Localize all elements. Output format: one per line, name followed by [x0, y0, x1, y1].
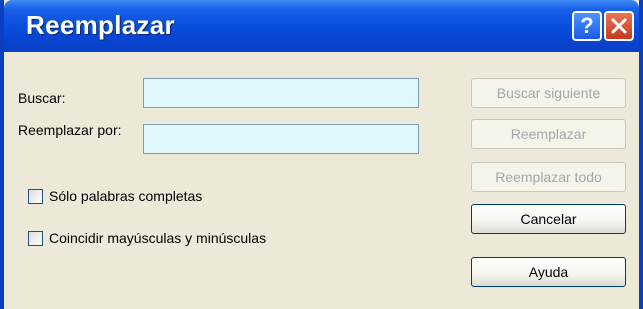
- window-title: Reemplazar: [26, 10, 175, 40]
- help-button[interactable]: Ayuda: [471, 257, 626, 287]
- whole-words-option[interactable]: Sólo palabras completas: [28, 188, 202, 204]
- match-case-checkbox[interactable]: [28, 230, 43, 246]
- replace-dialog: Reemplazar ? Buscar: Reemplazar por: Sól…: [0, 0, 643, 309]
- close-icon[interactable]: [604, 11, 634, 41]
- replace-with-label: Reemplazar por:: [18, 122, 122, 138]
- find-next-button[interactable]: Buscar siguiente: [471, 78, 626, 108]
- dialog-body: Buscar: Reemplazar por: Sólo palabras co…: [4, 52, 639, 309]
- whole-words-checkbox[interactable]: [28, 188, 43, 204]
- replace-all-button[interactable]: Reemplazar todo: [471, 162, 626, 192]
- title-bar[interactable]: Reemplazar ?: [4, 0, 639, 52]
- match-case-label: Coincidir mayúsculas y minúsculas: [49, 230, 267, 246]
- find-label: Buscar:: [18, 90, 66, 106]
- cancel-button[interactable]: Cancelar: [471, 204, 626, 234]
- match-case-option[interactable]: Coincidir mayúsculas y minúsculas: [28, 230, 266, 246]
- replace-with-input[interactable]: [143, 124, 419, 154]
- whole-words-label: Sólo palabras completas: [49, 188, 203, 204]
- replace-button[interactable]: Reemplazar: [471, 119, 626, 149]
- find-input[interactable]: [143, 78, 419, 108]
- help-icon[interactable]: ?: [572, 11, 602, 41]
